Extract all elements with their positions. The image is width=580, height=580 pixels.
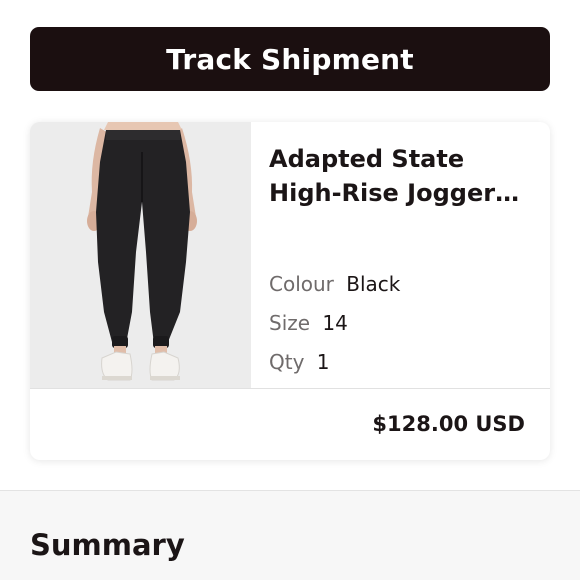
size-value: 14 [322,311,348,335]
colour-row: Colour Black [269,272,400,296]
colour-label: Colour [269,272,334,296]
product-title[interactable]: Adapted State High-Rise Jogger *Full Len… [269,142,539,210]
qty-label: Qty [269,350,305,374]
size-row: Size 14 [269,311,348,335]
track-shipment-button[interactable]: Track Shipment [30,27,550,91]
track-shipment-label: Track Shipment [166,42,414,76]
product-price: $128.00 USD [372,412,525,436]
summary-section: Summary [0,490,580,580]
product-image[interactable] [30,122,251,388]
jogger-pants-photo-icon [30,122,251,388]
summary-title: Summary [30,528,185,562]
product-details: Adapted State High-Rise Jogger *Full Len… [269,142,539,374]
order-item-card: Adapted State High-Rise Jogger *Full Len… [30,122,550,460]
card-divider [30,388,550,389]
qty-value: 1 [316,350,330,374]
size-label: Size [269,311,311,335]
order-details-page: Track Shipment Adapted State High-Rise J… [0,0,580,580]
qty-row: Qty 1 [269,350,330,374]
colour-value: Black [346,272,401,296]
